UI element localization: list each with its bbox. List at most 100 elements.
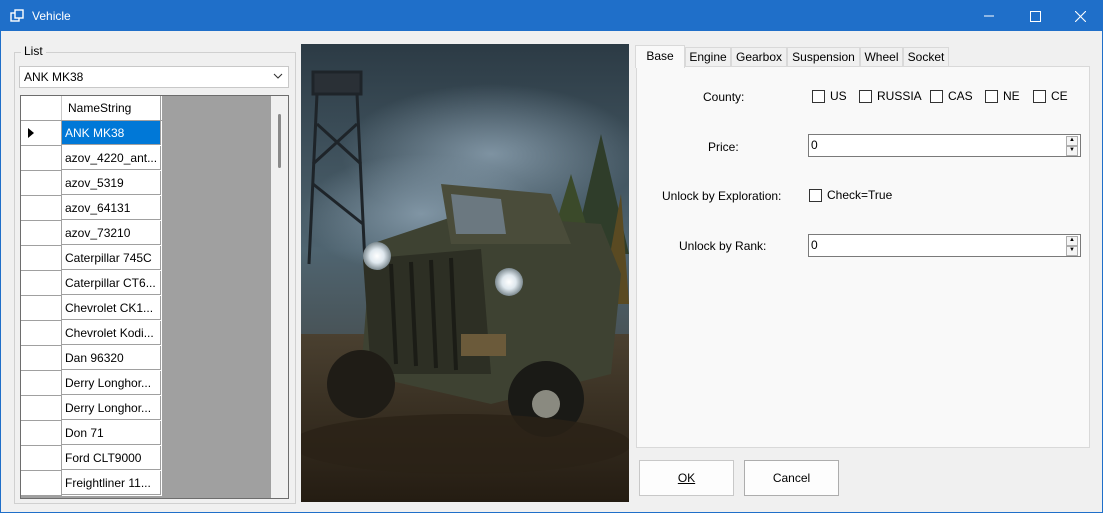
- spin-down-icon[interactable]: ▼: [1066, 246, 1078, 256]
- name-cell[interactable]: Ford CLT9000: [62, 446, 161, 470]
- price-numeric-input[interactable]: 0 ▲ ▼: [808, 134, 1081, 157]
- spin-up-icon[interactable]: ▲: [1066, 236, 1078, 246]
- close-icon: [1074, 10, 1086, 22]
- name-cell[interactable]: Chevrolet Kodi...: [62, 321, 161, 345]
- grid-vertical-scrollbar[interactable]: [271, 96, 288, 498]
- row-header[interactable]: [21, 471, 62, 496]
- price-value: 0: [811, 138, 818, 152]
- table-row[interactable]: Derry Longhor...: [21, 396, 162, 421]
- row-header[interactable]: [21, 271, 62, 296]
- exploration-checkbox[interactable]: [809, 189, 822, 202]
- name-cell[interactable]: azov_64131: [62, 196, 161, 220]
- name-cell[interactable]: Don 71: [62, 421, 161, 445]
- combo-value: ANK MK38: [24, 70, 84, 84]
- cancel-button-label: Cancel: [772, 471, 811, 485]
- name-cell[interactable]: Chevrolet CK1...: [62, 296, 161, 320]
- table-row[interactable]: azov_73210: [21, 221, 162, 246]
- country-checkbox-ce[interactable]: [1033, 90, 1046, 103]
- close-button[interactable]: [1057, 1, 1103, 31]
- ok-button[interactable]: OK: [639, 460, 734, 496]
- scrollbar-thumb[interactable]: [278, 114, 281, 168]
- country-checkbox-russia[interactable]: [859, 90, 872, 103]
- table-row[interactable]: azov_5319: [21, 171, 162, 196]
- country-checkbox-label[interactable]: NE: [1003, 89, 1020, 103]
- app-icon: [10, 9, 24, 22]
- exploration-checkbox-label[interactable]: Check=True: [827, 188, 892, 202]
- tab-socket[interactable]: Socket: [903, 47, 949, 66]
- truck-image: [301, 44, 629, 502]
- row-header[interactable]: [21, 321, 62, 346]
- vehicle-preview-image: [301, 44, 629, 502]
- name-cell[interactable]: Dan 96320: [62, 346, 161, 370]
- rank-label: Unlock by Rank:: [679, 239, 767, 253]
- grid-header: NameString: [21, 96, 162, 121]
- spin-up-icon[interactable]: ▲: [1066, 136, 1078, 146]
- table-row[interactable]: azov_64131: [21, 196, 162, 221]
- maximize-button[interactable]: [1012, 1, 1058, 31]
- row-header[interactable]: [21, 221, 62, 246]
- name-cell[interactable]: Caterpillar 745C: [62, 246, 161, 270]
- country-checkbox-label[interactable]: RUSSIA: [877, 89, 922, 103]
- vehicle-combobox[interactable]: ANK MK38: [19, 66, 289, 88]
- row-header[interactable]: [21, 196, 62, 221]
- spin-down-icon[interactable]: ▼: [1066, 146, 1078, 156]
- table-row[interactable]: azov_4220_ant...: [21, 146, 162, 171]
- name-cell[interactable]: Derry Longhor...: [62, 396, 161, 420]
- row-header[interactable]: [21, 396, 62, 421]
- country-label: County:: [703, 90, 745, 104]
- row-header[interactable]: [21, 296, 62, 321]
- country-checkbox-us[interactable]: [812, 90, 825, 103]
- row-header[interactable]: [21, 121, 62, 146]
- price-label: Price:: [708, 140, 739, 154]
- price-spinner[interactable]: ▲ ▼: [1066, 136, 1078, 156]
- country-checkbox-cas[interactable]: [930, 90, 943, 103]
- table-row[interactable]: Freightliner 11...: [21, 471, 162, 496]
- tab-gearbox[interactable]: Gearbox: [731, 47, 787, 66]
- country-checkbox-label[interactable]: CAS: [948, 89, 973, 103]
- row-header[interactable]: [21, 146, 62, 171]
- column-header-namestring[interactable]: NameString: [62, 96, 161, 120]
- tab-base[interactable]: Base: [635, 45, 685, 68]
- name-cell[interactable]: azov_73210: [62, 221, 161, 245]
- name-cell[interactable]: ANK MK38: [62, 121, 161, 145]
- table-row[interactable]: Chevrolet Kodi...: [21, 321, 162, 346]
- table-row[interactable]: Don 71: [21, 421, 162, 446]
- tab-suspension[interactable]: Suspension: [787, 47, 860, 66]
- name-cell[interactable]: Caterpillar CT6...: [62, 271, 161, 295]
- exploration-label: Unlock by Exploration:: [662, 189, 782, 203]
- table-row[interactable]: ANK MK38: [21, 121, 162, 146]
- title-bar: Vehicle: [1, 1, 1102, 31]
- vehicle-grid[interactable]: NameString ANK MK38 azov_4220_ant... azov_…: [20, 95, 289, 499]
- row-header[interactable]: [21, 421, 62, 446]
- cancel-button[interactable]: Cancel: [744, 460, 839, 496]
- row-header[interactable]: [21, 171, 62, 196]
- row-header[interactable]: [21, 246, 62, 271]
- name-cell[interactable]: Freightliner 11...: [62, 471, 161, 495]
- name-cell[interactable]: Derry Longhor...: [62, 371, 161, 395]
- minimize-icon: [984, 15, 994, 17]
- rank-numeric-input[interactable]: 0 ▲ ▼: [808, 234, 1081, 257]
- tab-engine[interactable]: Engine: [685, 47, 731, 66]
- country-checkbox-label[interactable]: US: [830, 89, 847, 103]
- table-row[interactable]: Caterpillar 745C: [21, 246, 162, 271]
- rank-spinner[interactable]: ▲ ▼: [1066, 236, 1078, 256]
- country-checkbox-ne[interactable]: [985, 90, 998, 103]
- tab-wheel[interactable]: Wheel: [860, 47, 903, 66]
- vehicle-window: Vehicle List ANK MK38 NameString ANK MK3…: [0, 0, 1103, 513]
- row-header[interactable]: [21, 371, 62, 396]
- table-row[interactable]: Caterpillar CT6...: [21, 271, 162, 296]
- table-row[interactable]: Chevrolet CK1...: [21, 296, 162, 321]
- name-cell[interactable]: azov_4220_ant...: [62, 146, 161, 170]
- name-cell[interactable]: azov_5319: [62, 171, 161, 195]
- tab-page-base: County: US RUSSIA CAS NE CE Price: 0 ▲ ▼ Unl…: [636, 66, 1090, 448]
- row-header-corner: [21, 96, 62, 120]
- table-row[interactable]: Derry Longhor...: [21, 371, 162, 396]
- chevron-down-icon: [273, 73, 283, 79]
- country-checkbox-label[interactable]: CE: [1051, 89, 1068, 103]
- row-header[interactable]: [21, 346, 62, 371]
- table-row[interactable]: Dan 96320: [21, 346, 162, 371]
- minimize-button[interactable]: [966, 1, 1012, 31]
- table-row[interactable]: Ford CLT9000: [21, 446, 162, 471]
- row-header[interactable]: [21, 446, 62, 471]
- current-row-arrow-icon: [28, 128, 34, 138]
